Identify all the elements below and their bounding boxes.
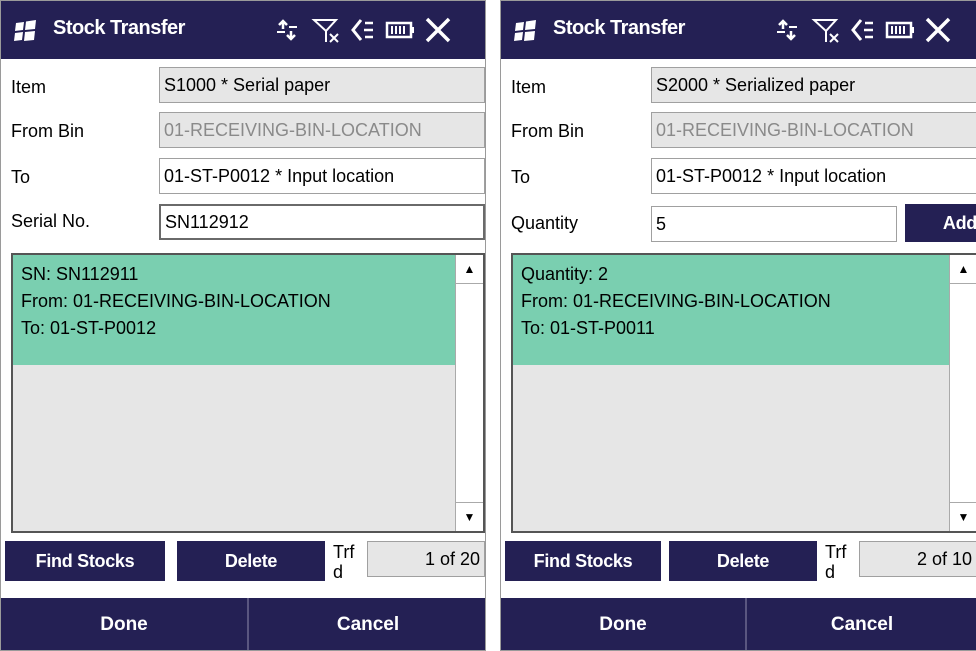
no-signal-icon[interactable] <box>311 15 341 45</box>
to-location-field[interactable]: 01-ST-P0012 * Input location <box>651 158 976 194</box>
to-label: To <box>511 167 531 187</box>
trfd-label: Trf d <box>333 542 355 578</box>
delete-button[interactable]: Delete <box>669 541 817 581</box>
title-bar: Stock Transfer <box>501 1 976 59</box>
cancel-softkey[interactable]: Cancel <box>249 598 485 650</box>
entry-from: From: 01-RECEIVING-BIN-LOCATION <box>21 291 331 311</box>
delete-button[interactable]: Delete <box>177 541 325 581</box>
scroll-down-arrow-icon[interactable]: ▼ <box>950 502 976 531</box>
scroll-up-arrow-icon[interactable]: ▲ <box>456 255 483 284</box>
item-label: Item <box>511 77 547 97</box>
stock-transfer-screen-quantity: Stock Transfer Item S2000 * Serialized p… <box>500 0 976 651</box>
connectivity-icon[interactable] <box>273 15 303 45</box>
entry-to: To: 01-ST-P0012 <box>21 318 157 338</box>
window-title: Stock Transfer <box>53 17 185 39</box>
from-bin-label: From Bin <box>11 121 85 141</box>
list-scrollbar[interactable]: ▲ ▼ <box>455 255 483 531</box>
speaker-icon[interactable] <box>847 15 877 45</box>
serial-no-input[interactable]: SN112912 <box>159 204 485 240</box>
connectivity-icon[interactable] <box>773 15 803 45</box>
to-location-field[interactable]: 01-ST-P0012 * Input location <box>159 158 485 194</box>
transfer-listbox[interactable]: SN: SN112911 From: 01-RECEIVING-BIN-LOCA… <box>11 253 485 533</box>
entry-to: To: 01-ST-P0011 <box>521 318 655 338</box>
close-icon[interactable] <box>923 15 953 45</box>
speaker-icon[interactable] <box>347 15 377 45</box>
done-softkey[interactable]: Done <box>501 598 745 650</box>
softkey-bar: Done Cancel <box>501 598 976 650</box>
scroll-down-arrow-icon[interactable]: ▼ <box>456 502 483 531</box>
windows-logo-icon[interactable] <box>13 19 39 43</box>
from-bin-field: 01-RECEIVING-BIN-LOCATION <box>651 112 976 148</box>
find-stocks-button[interactable]: Find Stocks <box>505 541 661 581</box>
serial-no-label: Serial No. <box>11 211 91 231</box>
item-field: S1000 * Serial paper <box>159 67 485 103</box>
add-button[interactable]: Add <box>905 204 976 242</box>
from-bin-field: 01-RECEIVING-BIN-LOCATION <box>159 112 485 148</box>
transfer-listbox[interactable]: Quantity: 2 From: 01-RECEIVING-BIN-LOCAT… <box>511 253 976 533</box>
close-icon[interactable] <box>423 15 453 45</box>
transfer-counter: 1 of 20 <box>367 541 485 577</box>
battery-icon[interactable] <box>385 15 415 45</box>
softkey-bar: Done Cancel <box>1 598 485 650</box>
find-stocks-button[interactable]: Find Stocks <box>5 541 165 581</box>
transfer-entry-selected[interactable]: SN: SN112911 From: 01-RECEIVING-BIN-LOCA… <box>13 255 457 365</box>
done-softkey[interactable]: Done <box>1 598 247 650</box>
trfd-label: Trf d <box>825 542 847 578</box>
entry-quantity: Quantity: 2 <box>521 264 609 284</box>
windows-logo-icon[interactable] <box>513 19 539 43</box>
window-title: Stock Transfer <box>553 17 685 39</box>
quantity-label: Quantity <box>511 213 579 233</box>
cancel-softkey[interactable]: Cancel <box>747 598 976 650</box>
entry-serial: SN: SN112911 <box>21 264 139 284</box>
quantity-input[interactable]: 5 <box>651 206 897 242</box>
battery-icon[interactable] <box>885 15 915 45</box>
stock-transfer-screen-serial: Stock Transfer Item S1000 * Serial paper… <box>0 0 486 651</box>
item-field: S2000 * Serialized paper <box>651 67 976 103</box>
entry-from: From: 01-RECEIVING-BIN-LOCATION <box>521 291 831 311</box>
item-label: Item <box>11 77 47 97</box>
scroll-up-arrow-icon[interactable]: ▲ <box>950 255 976 284</box>
no-signal-icon[interactable] <box>811 15 841 45</box>
to-label: To <box>11 167 31 187</box>
from-bin-label: From Bin <box>511 121 585 141</box>
title-bar: Stock Transfer <box>1 1 485 59</box>
transfer-entry-selected[interactable]: Quantity: 2 From: 01-RECEIVING-BIN-LOCAT… <box>513 255 951 365</box>
list-scrollbar[interactable]: ▲ ▼ <box>949 255 976 531</box>
transfer-counter: 2 of 10 <box>859 541 976 577</box>
